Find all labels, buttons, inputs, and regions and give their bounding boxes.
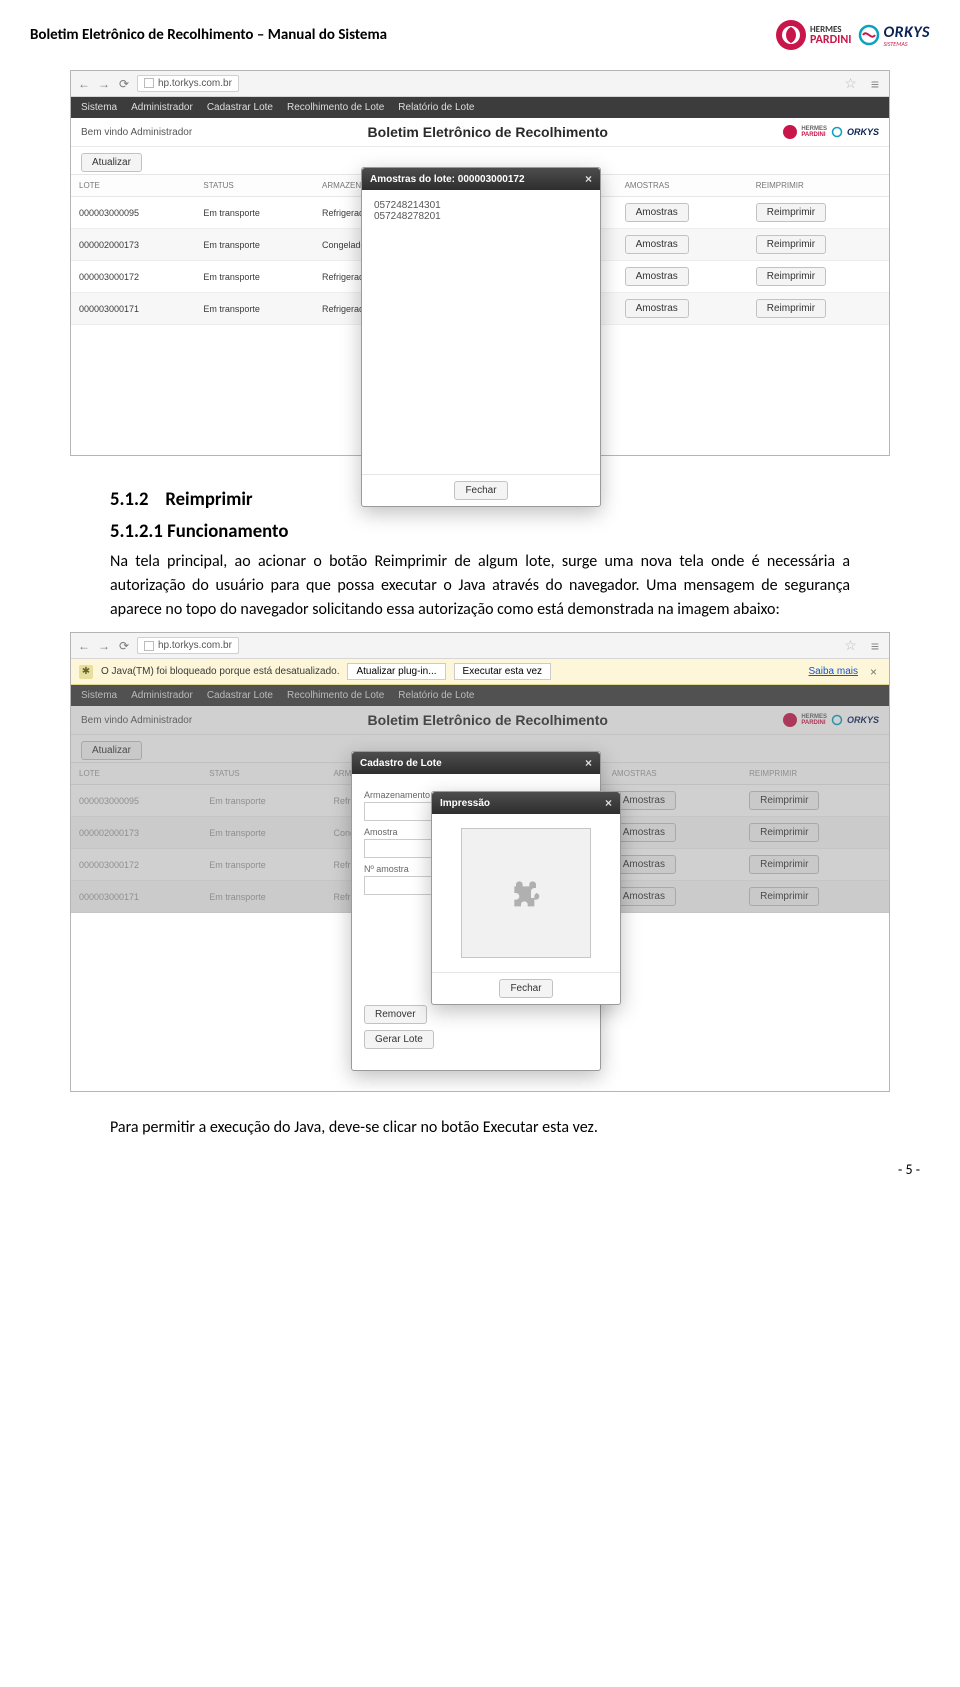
menu-administrador[interactable]: Administrador — [131, 102, 193, 113]
menu-icon[interactable]: ≡ — [867, 76, 883, 92]
dialog-cadastro-title: Cadastro de Lote — [360, 758, 442, 769]
pardini-icon — [776, 20, 806, 50]
amostra-item: 057248214301 — [374, 200, 588, 211]
screenshot-2: ← → ⟳ hp.torkys.com.br ☆ ≡ ✱ O Java(TM) … — [70, 632, 890, 1092]
fechar-button[interactable]: Fechar — [454, 481, 507, 500]
welcome-bar: Bem vindo Administrador Boletim Eletrôni… — [71, 118, 889, 147]
remover-button[interactable]: Remover — [364, 1005, 427, 1024]
java-block-msg: O Java(TM) foi bloqueado porque está des… — [101, 666, 339, 677]
logo-torkys: ORKYS SISTEMAS — [857, 23, 930, 48]
browser-chrome: ← → ⟳ hp.torkys.com.br ☆ ≡ — [71, 71, 889, 97]
screenshot-1: ← → ⟳ hp.torkys.com.br ☆ ≡ Sistema Admin… — [70, 70, 890, 456]
menu-recolhimento[interactable]: Recolhimento de Lote — [287, 102, 384, 113]
reimprimir-button[interactable]: Reimprimir — [756, 203, 826, 222]
page-number: - 5 - — [898, 1161, 920, 1178]
torkys-icon — [831, 126, 843, 138]
learn-more-link[interactable]: Saiba mais — [809, 666, 858, 677]
dialog-impressao: Impressão × Fechar — [431, 791, 621, 1005]
app-logos: HERMESPARDINI ORKYS — [783, 125, 879, 139]
gerar-lote-button[interactable]: Gerar Lote — [364, 1030, 434, 1049]
url-bar[interactable]: hp.torkys.com.br — [137, 75, 239, 92]
amostras-button[interactable]: Amostras — [625, 203, 689, 222]
reimprimir-button[interactable]: Reimprimir — [756, 299, 826, 318]
torkys-icon — [857, 23, 881, 47]
menu-relatorio[interactable]: Relatório de Lote — [398, 102, 474, 113]
amostras-button[interactable]: Amostras — [625, 235, 689, 254]
plugin-placeholder — [461, 828, 591, 958]
pardini-icon — [783, 125, 797, 139]
paragraph-2: Para permitir a execução do Java, deve-s… — [110, 1116, 850, 1140]
logo-hermes-pardini: HERMES PARDINI — [776, 20, 851, 50]
amostras-button[interactable]: Amostras — [625, 299, 689, 318]
star-icon[interactable]: ☆ — [840, 75, 861, 92]
paragraph-1: Na tela principal, ao acionar o botão Re… — [110, 550, 850, 622]
menu-cadastrar-lote[interactable]: Cadastrar Lote — [207, 102, 273, 113]
dialog-amostras-title: Amostras do lote: 000003000172 — [370, 174, 525, 185]
page-icon — [144, 641, 154, 651]
reload-icon[interactable]: ⟳ — [117, 77, 131, 91]
update-plugin-button[interactable]: Atualizar plug-in... — [347, 663, 445, 680]
menu-icon[interactable]: ≡ — [867, 638, 883, 654]
url-bar[interactable]: hp.torkys.com.br — [137, 637, 239, 654]
fechar-button[interactable]: Fechar — [499, 979, 552, 998]
reload-icon[interactable]: ⟳ — [117, 639, 131, 653]
doc-header-title: Boletim Eletrônico de Recolhimento – Man… — [30, 26, 387, 44]
run-once-button[interactable]: Executar esta vez — [454, 663, 551, 680]
amostra-item: 057248278201 — [374, 211, 588, 222]
page-icon — [144, 78, 154, 88]
puzzle-icon: ✱ — [79, 665, 93, 679]
dialog-amostras-body: 057248214301 057248278201 — [362, 190, 600, 474]
app-menubar: Sistema Administrador Cadastrar Lote Rec… — [71, 97, 889, 118]
subsection-heading: 5.1.2.1 Funcionamento — [110, 518, 850, 546]
forward-icon[interactable]: → — [97, 639, 111, 653]
dialog-impressao-title: Impressão — [440, 798, 490, 809]
app-title: Boletim Eletrônico de Recolhimento — [192, 124, 783, 140]
close-icon[interactable]: × — [605, 797, 612, 809]
atualizar-button[interactable]: Atualizar — [81, 153, 142, 172]
close-icon[interactable]: × — [585, 757, 592, 769]
forward-icon[interactable]: → — [97, 77, 111, 91]
reimprimir-button[interactable]: Reimprimir — [756, 235, 826, 254]
welcome-text: Bem vindo Administrador — [81, 127, 192, 138]
doc-header: Boletim Eletrônico de Recolhimento – Man… — [30, 20, 930, 58]
close-icon[interactable]: × — [585, 173, 592, 185]
back-icon[interactable]: ← — [77, 639, 91, 653]
java-block-bar: ✱ O Java(TM) foi bloqueado porque está d… — [71, 659, 889, 685]
reimprimir-button[interactable]: Reimprimir — [756, 267, 826, 286]
doc-header-logos: HERMES PARDINI ORKYS SISTEMAS — [776, 20, 930, 50]
amostras-button[interactable]: Amostras — [625, 267, 689, 286]
star-icon[interactable]: ☆ — [840, 637, 861, 654]
dialog-amostras: Amostras do lote: 000003000172 × 0572482… — [361, 167, 601, 507]
browser-chrome: ← → ⟳ hp.torkys.com.br ☆ ≡ — [71, 633, 889, 659]
menu-sistema[interactable]: Sistema — [81, 102, 117, 113]
back-icon[interactable]: ← — [77, 77, 91, 91]
puzzle-icon — [506, 873, 546, 913]
close-icon[interactable]: × — [866, 665, 881, 679]
